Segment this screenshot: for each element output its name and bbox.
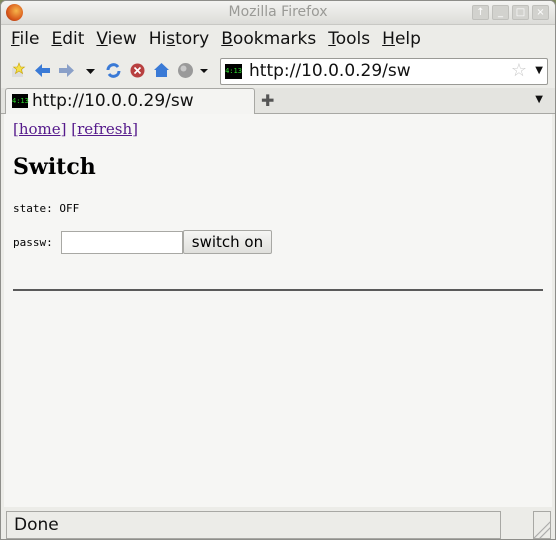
tab-list-dropdown-icon[interactable]: ▼ (535, 94, 543, 105)
bookmark-star-icon[interactable] (9, 62, 26, 79)
menu-tools[interactable]: Tools (328, 26, 370, 53)
menu-edit[interactable]: Edit (51, 26, 84, 53)
shade-button[interactable]: ↑ (472, 5, 489, 20)
page-content: [home] [refresh] Switch state: OFF passw… (4, 114, 552, 507)
url-dropdown-icon[interactable]: ▼ (535, 65, 543, 76)
url-bar[interactable]: 4:13 http://10.0.0.29/sw ☆ ▼ (220, 58, 548, 85)
browser-window: Mozilla Firefox ↑ _ □ × File Edit View H… (0, 0, 556, 540)
reload-icon[interactable] (105, 62, 122, 79)
state-value: OFF (59, 202, 80, 215)
tab-favicon-icon: 4:13 (12, 94, 29, 108)
status-text: Done (6, 511, 501, 539)
navigation-toolbar: 4:13 http://10.0.0.29/sw ☆ ▼ (1, 56, 555, 86)
history-dropdown-icon[interactable] (82, 62, 99, 79)
state-line: state: OFF (13, 202, 79, 215)
page-heading: Switch (13, 154, 96, 180)
tab-bar: 4:13 http://10.0.0.29/sw ✚ ▼ (1, 88, 555, 115)
switch-on-button[interactable]: switch on (182, 230, 273, 254)
state-label: state: (13, 202, 53, 215)
tab-active[interactable]: 4:13 http://10.0.0.29/sw (5, 88, 255, 115)
refresh-link[interactable]: [refresh] (71, 120, 138, 138)
globe-dropdown-icon[interactable] (197, 62, 214, 79)
tab-label: http://10.0.0.29/sw (32, 91, 194, 111)
menu-bar: File Edit View History Bookmarks Tools H… (1, 26, 555, 53)
close-button[interactable]: × (532, 5, 549, 20)
menu-bookmarks[interactable]: Bookmarks (221, 26, 316, 53)
horizontal-rule (13, 289, 543, 291)
password-label: passw: (13, 235, 53, 249)
menu-help[interactable]: Help (382, 26, 421, 53)
back-arrow-icon[interactable] (34, 62, 51, 79)
bookmark-star-outline-icon[interactable]: ☆ (511, 60, 527, 81)
url-input[interactable]: http://10.0.0.29/sw (249, 61, 411, 81)
menu-history[interactable]: History (149, 26, 210, 53)
new-tab-plus-icon[interactable]: ✚ (261, 91, 274, 110)
home-link[interactable]: [home] (13, 120, 67, 138)
password-input[interactable] (60, 230, 183, 254)
home-icon[interactable] (153, 62, 170, 79)
stop-icon[interactable] (129, 62, 146, 79)
title-bar[interactable]: Mozilla Firefox ↑ _ □ × (1, 1, 555, 25)
menu-file[interactable]: File (11, 26, 39, 53)
minimize-button[interactable]: _ (492, 5, 509, 20)
status-bar: Done (1, 507, 555, 539)
maximize-button[interactable]: □ (512, 5, 529, 20)
globe-icon[interactable] (177, 62, 194, 79)
menu-view[interactable]: View (96, 26, 136, 53)
resize-grip-icon[interactable] (533, 511, 551, 539)
site-favicon-icon: 4:13 (225, 64, 242, 79)
forward-arrow-icon[interactable] (58, 62, 75, 79)
